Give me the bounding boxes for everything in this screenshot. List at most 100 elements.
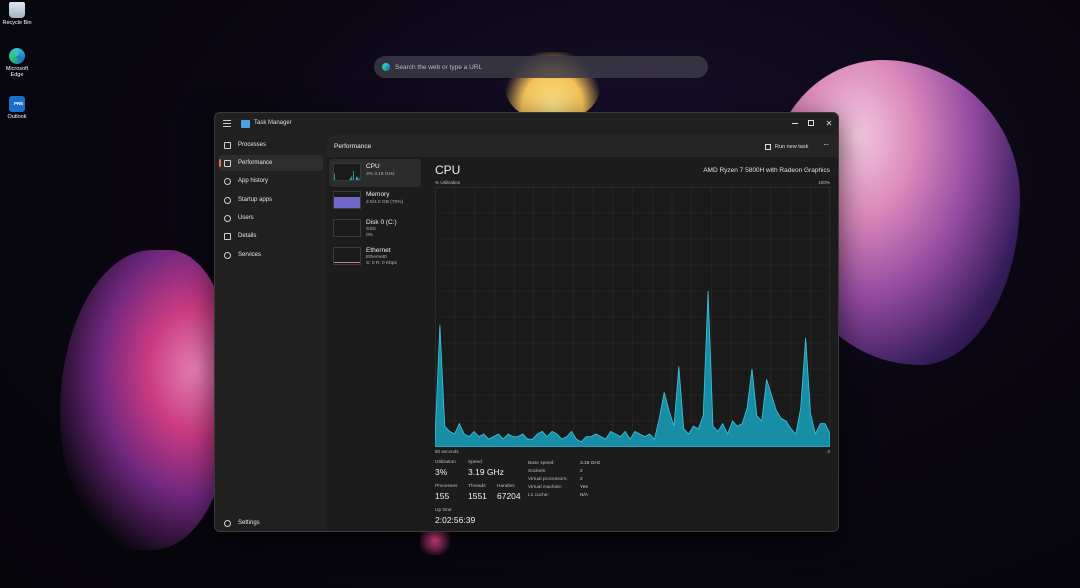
sidebar-item-details[interactable]: Details [219,228,323,244]
spec-l1-cache: L1 cache: N/A [528,493,588,498]
desktop-icon-outlook[interactable]: PRE Outlook [0,96,34,120]
spec-key: L1 cache: [528,493,549,498]
memory-thumbnail [333,191,361,209]
spec-key: Base speed: [528,461,555,466]
resource-detail: 0% [366,233,373,238]
performance-page: Performance Run new task ··· CPU 3% 3.19… [327,135,838,531]
wallpaper-bloom-left [60,250,230,550]
sidebar-item-performance[interactable]: Performance [219,155,323,171]
users-icon [224,214,231,222]
minimize-icon [792,122,798,124]
resource-name: CPU [366,163,380,170]
run-task-icon [765,143,771,150]
sidebar-item-label: Settings [238,520,260,526]
speed-stat: Speed 3.19 GHz [468,460,504,477]
spec-virtual-machine: Virtual machine: Yes [528,485,588,490]
resource-detail: SSD [366,227,376,232]
spec-value: Yes [580,485,588,490]
task-manager-window: Task Manager ✕ Processes Performance App… [214,112,839,532]
web-search-bar[interactable] [374,56,708,78]
cpu-sparkline [334,171,360,180]
ethernet-baseline [334,262,360,263]
desktop-icon-label: Outlook [7,114,27,120]
run-new-task-label: Run new task [775,143,809,150]
cpu-model: AMD Ryzen 7 5800H with Radeon Graphics [703,167,830,174]
y-axis-label: % Utilization [435,180,461,185]
y-axis-max-label: 100% [818,180,830,185]
resource-list: CPU 3% 3.19 GHz Memory 2.8/4.0 GB (70%) … [327,159,423,279]
utilization-value: 3% [435,467,448,477]
desktop-icon-edge[interactable]: Microsoft Edge [0,48,34,78]
sidebar-item-startup-apps[interactable]: Startup apps [219,192,323,208]
more-icon: ··· [823,140,829,149]
sidebar-item-processes[interactable]: Processes [219,137,323,153]
handles-stat: Handles 67204 [497,484,521,501]
desktop-icon-label: Microsoft Edge [5,66,29,78]
handles-value: 67204 [497,491,521,501]
startup-apps-icon [224,196,231,204]
spec-virtual-processors: Virtual processors: 2 [528,477,583,482]
resource-disk[interactable]: Disk 0 (C:) SSD 0% [329,215,421,243]
edge-icon [9,48,25,64]
disk-thumbnail [333,219,361,237]
uptime-label: Up time [435,508,452,513]
sidebar-item-settings[interactable]: Settings [219,515,323,531]
task-manager-icon [241,120,250,128]
sidebar-item-users[interactable]: Users [219,210,323,226]
close-button[interactable]: ✕ [819,116,838,130]
spec-value: 2 [580,469,583,474]
resource-ethernet[interactable]: Ethernet Ethernet0 S: 0 R: 0 Kbps [329,243,421,271]
sidebar-item-app-history[interactable]: App history [219,173,323,189]
cpu-thumbnail [333,163,361,181]
uptime-stat: Up time 2:02:56:39 [435,508,475,525]
pre-badge: PRE [14,101,24,106]
desktop-icon-recycle-bin[interactable]: Recycle Bin [0,2,34,26]
x-axis-left-label: 60 seconds [435,449,459,454]
sidebar-item-label: Processes [238,142,267,148]
spec-key: Sockets: [528,469,547,474]
handles-label: Handles [497,484,515,489]
resource-name: Memory [366,191,390,198]
utilization-label: Utilization [435,460,456,465]
threads-value: 1551 [468,491,487,501]
sidebar-item-label: App history [238,178,269,184]
speed-label: Speed [468,460,482,465]
edge-icon [382,63,390,71]
window-title: Task Manager [254,120,292,126]
processes-label: Processes [435,484,458,489]
services-icon [224,251,231,259]
sidebar-item-label: Services [238,252,262,258]
performance-icon [224,159,231,167]
command-bar: Performance Run new task ··· [327,135,838,157]
resource-detail: S: 0 R: 0 Kbps [366,261,397,266]
sidebar-item-label: Users [238,215,254,221]
resource-cpu[interactable]: CPU 3% 3.19 GHz [329,159,421,187]
spec-value: 3.19 GHz [580,461,601,466]
maximize-button[interactable] [801,116,821,130]
details-icon [224,232,231,240]
spec-base-speed: Base speed: 3.19 GHz [528,461,600,466]
menu-icon[interactable] [223,120,231,127]
x-axis-right-label: 0 [827,449,830,454]
title-bar: Task Manager ✕ [215,113,838,135]
sidebar: Processes Performance App history Startu… [215,135,327,531]
cpu-utilization-graph [435,187,830,447]
resource-name: Ethernet [366,247,391,254]
sidebar-item-label: Startup apps [238,197,273,203]
more-options-button[interactable]: ··· [823,140,829,149]
sidebar-item-services[interactable]: Services [219,247,323,263]
ethernet-thumbnail [333,247,361,265]
spec-value: 2 [580,477,583,482]
spec-key: Virtual processors: [528,477,568,482]
processes-stat: Processes 155 [435,484,457,501]
run-new-task-button[interactable]: Run new task [765,141,808,152]
sidebar-item-label: Performance [238,160,273,166]
processes-value: 155 [435,491,450,501]
speed-value: 3.19 GHz [468,467,504,477]
search-input[interactable] [395,63,675,71]
spec-value: N/A [580,493,588,498]
app-history-icon [224,177,231,185]
resource-memory[interactable]: Memory 2.8/4.0 GB (70%) [329,187,421,215]
memory-fill [334,196,360,208]
desktop-icon-label: Recycle Bin [2,20,32,26]
